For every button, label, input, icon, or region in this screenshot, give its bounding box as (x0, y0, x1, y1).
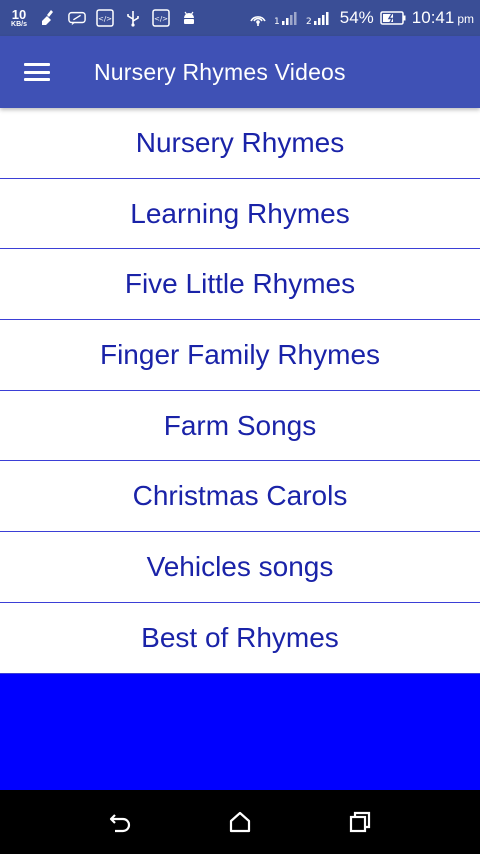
category-item[interactable]: Best of Rhymes (0, 602, 480, 674)
back-icon[interactable] (100, 802, 140, 842)
category-list: Nursery Rhymes Learning Rhymes Five Litt… (0, 108, 480, 674)
banner-area[interactable] (0, 674, 480, 790)
network-speed-value: 10 (11, 7, 27, 22)
navigation-bar (0, 790, 480, 854)
battery-percent: 54% (339, 8, 374, 27)
clock: 10:41 pm (412, 8, 474, 28)
clock-ampm: pm (457, 12, 474, 26)
svg-text:1: 1 (274, 17, 280, 27)
hotspot-icon (248, 9, 268, 27)
menu-bar-line (24, 78, 50, 81)
hamburger-menu-icon[interactable] (24, 60, 54, 84)
app-title: Nursery Rhymes Videos (94, 58, 346, 85)
menu-bar-line (24, 63, 50, 66)
screen: 10 KB/s </> </> 1 2 54% 10:41 pm Nursery… (0, 0, 480, 854)
network-speed: 10 KB/s (6, 8, 32, 28)
battery-icon (380, 10, 406, 26)
android-icon (180, 9, 198, 27)
code-icon: </> (152, 9, 170, 27)
broom-icon (40, 9, 58, 27)
usb-icon (124, 9, 142, 27)
recents-icon[interactable] (340, 802, 380, 842)
svg-text:2: 2 (306, 17, 312, 27)
code-icon: </> (96, 9, 114, 27)
category-item[interactable]: Christmas Carols (0, 461, 480, 533)
category-item[interactable]: Farm Songs (0, 390, 480, 462)
clock-time: 10:41 (411, 8, 455, 27)
network-speed-unit: KB/s (11, 21, 27, 28)
svg-text:</>: </> (98, 15, 112, 23)
category-item[interactable]: Finger Family Rhymes (0, 320, 480, 391)
category-item[interactable]: Learning Rhymes (0, 178, 480, 250)
signal-icon: 1 (274, 9, 300, 27)
signal-icon: 2 (306, 9, 334, 27)
category-item[interactable]: Vehicles songs (0, 532, 480, 603)
category-item[interactable]: Nursery Rhymes (0, 108, 480, 179)
notification-icons: </> </> (40, 9, 198, 27)
status-bar: 10 KB/s </> </> 1 2 54% 10:41 pm (0, 0, 480, 36)
category-item[interactable]: Five Little Rhymes (0, 249, 480, 321)
message-icon (68, 9, 86, 27)
svg-text:</>: </> (154, 15, 168, 23)
system-status: 1 2 54% 10:41 pm (248, 8, 474, 28)
menu-bar-line (24, 70, 50, 74)
app-bar: Nursery Rhymes Videos (0, 36, 480, 108)
home-icon[interactable] (220, 802, 260, 842)
